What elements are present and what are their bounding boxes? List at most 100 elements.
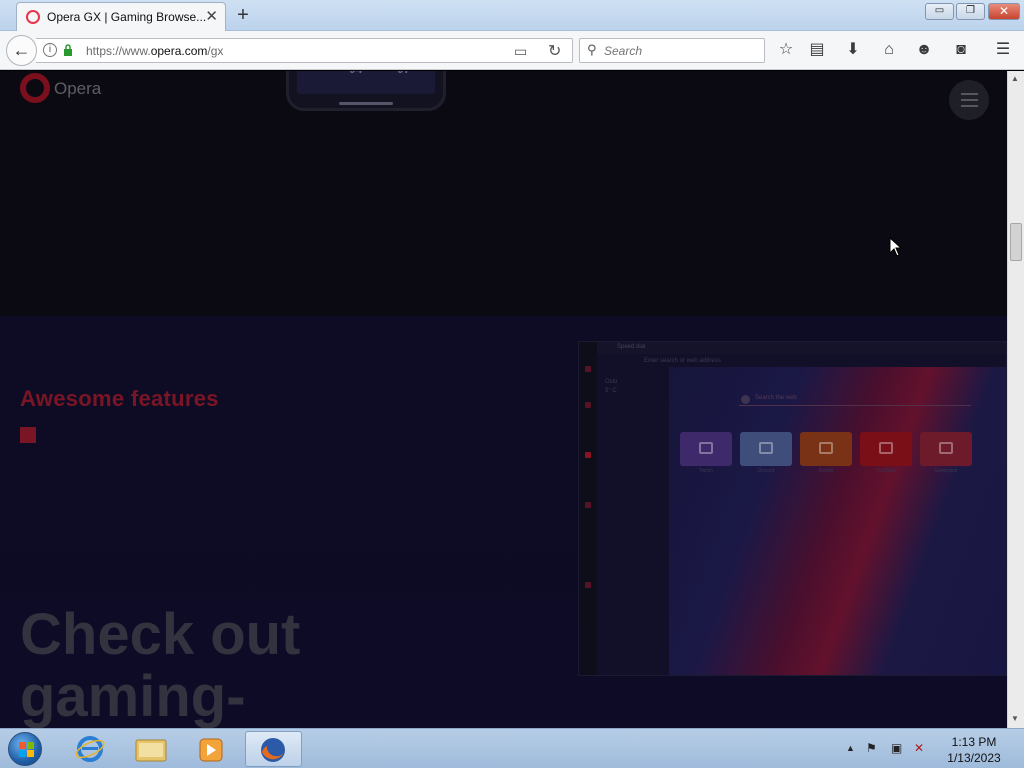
speed-dial-twitch [680,432,732,466]
new-tab-button[interactable]: + [232,4,254,26]
search-box[interactable]: ⚲ [579,38,765,63]
show-hidden-icons-icon[interactable]: ▲ [846,743,855,753]
url-path: /gx [207,44,224,58]
clock-date: 1/13/2023 [947,751,1001,765]
reader-view-icon[interactable]: ▭ [514,43,527,60]
menu-line-icon [961,99,978,101]
tab-title: Opera GX | Gaming Browse... [47,10,207,24]
hamburger-menu-icon[interactable]: ☰ [993,40,1013,60]
speed-dial-label: Discord [757,468,775,474]
firefox-icon [261,738,286,762]
url-domain: opera.com [150,44,208,58]
screenshot-tabbar: Speed dial [597,342,1006,354]
sidebar-dot-icon [585,502,591,508]
windows-flag-icon [19,742,35,758]
phone-screen: 04 07 [297,71,435,94]
start-button[interactable] [6,731,46,767]
pocket-icon[interactable]: ◙ [951,40,971,60]
speed-dial-label: YouTube [876,468,896,474]
search-input[interactable] [604,42,759,60]
lock-icon [64,44,72,56]
media-player-button[interactable] [182,731,239,767]
url-prefix: https://www. [86,44,151,58]
speed-dial-gamespot [920,432,972,466]
scroll-thumb[interactable] [1010,223,1022,261]
browser-tab[interactable]: Opera GX | Gaming Browse... ✕ [16,2,226,31]
screenshot-search-text: Search the web [755,395,797,401]
section-marker [20,427,36,443]
taskbar-clock[interactable]: 1:13 PM 1/13/2023 [944,734,1004,766]
windows-explorer-button[interactable] [122,731,179,767]
screenshot-weather: Oslo 5° C [605,379,618,394]
phone-stat-1: 04 [349,71,362,76]
phone-stat-2: 07 [397,71,410,76]
firefox-button[interactable] [245,731,302,767]
sidebar-dot-icon [585,366,591,372]
windows-orb-icon [8,732,42,766]
restore-button[interactable]: ❐ [956,3,985,20]
downloads-icon[interactable]: ⬇ [843,40,863,60]
vertical-scrollbar[interactable]: ▲ ▼ [1007,71,1024,728]
speed-dial-label: Reddit [818,468,834,474]
volume-muted-icon[interactable]: ✕ [914,741,924,755]
opera-logo-text: Opera [54,79,102,98]
menu-line-icon [961,105,978,107]
phone-home-indicator [339,102,393,105]
speed-dial-reddit [800,432,852,466]
internet-explorer-button[interactable] [62,731,119,767]
reading-list-icon[interactable]: ▤ [807,40,827,60]
screenshot-tab-text: Speed dial [617,344,646,350]
twitch-icon [699,442,713,454]
navigation-toolbar: i https://www.opera.com/gx ▭ ↻ ← ⚲ ☆ ▤ ⬇… [0,31,1024,70]
action-center-flag-icon[interactable]: ⚑ [866,741,877,755]
home-icon[interactable]: ⌂ [879,40,899,60]
desktop-screen: Opera GX | Gaming Browse... ✕ + ▭ ❐ ✕ i … [0,0,1024,768]
opera-logo-icon [20,73,50,103]
web-page: 04 07 Opera Awesome features Check out g… [0,71,1007,728]
media-player-icon [199,738,223,762]
speed-dial-label: Twitch [698,468,714,474]
scroll-up-icon[interactable]: ▲ [1011,74,1019,83]
window-close-button[interactable]: ✕ [988,3,1020,20]
minimize-button[interactable]: ▭ [925,3,954,20]
windows-taskbar: ▲ ⚑ ▣ ✕ 1:13 PM 1/13/2023 [0,728,1024,768]
sidebar-dot-icon [585,402,591,408]
internet-explorer-icon [75,736,105,762]
discord-icon [759,442,773,454]
search-icon: ⚲ [587,42,597,57]
screenshot-sidebar [579,342,597,675]
site-menu-button[interactable] [949,80,989,120]
screenshot-address: Enter search or web address [644,358,721,364]
windows-explorer-icon [135,739,167,762]
gamespot-icon [939,442,953,454]
screenshot-wallpaper [669,367,1006,675]
gx-browser-screenshot: Speed dial Enter search or web address O… [578,341,1007,676]
opera-favicon-icon [26,10,40,24]
clock-time: 1:13 PM [951,735,997,749]
menu-line-icon [961,93,978,95]
back-button[interactable]: ← [6,35,37,66]
url-text[interactable]: https://www.opera.com/gx [86,44,223,58]
youtube-icon [879,442,893,454]
scroll-down-icon[interactable]: ▼ [1011,714,1019,723]
browser-title-bar: Opera GX | Gaming Browse... ✕ + ▭ ❐ ✕ [0,0,1024,31]
phone-mockup-image: 04 07 [286,71,446,111]
tab-close-icon[interactable]: ✕ [205,8,218,25]
reload-icon[interactable]: ↻ [548,41,561,61]
screenshot-search-icon [741,395,750,404]
speed-dial-discord [740,432,792,466]
big-heading: Check out gaming- [20,602,301,728]
sidebar-dot-icon [585,452,591,458]
speed-dial-label: Gamespot [934,468,958,474]
site-info-icon[interactable]: i [43,43,57,57]
url-bar[interactable]: i https://www.opera.com/gx ▭ ↻ [36,38,573,63]
bookmark-star-icon[interactable]: ☆ [776,40,796,60]
screenshot-search-bar: Search the web [739,394,971,406]
mouse-cursor-icon [889,237,903,257]
hero-section [0,71,1007,316]
emoji-icon[interactable]: ☻ [914,40,934,60]
section-heading: Awesome features [20,386,219,411]
sidebar-dot-icon [585,582,591,588]
reddit-icon [819,442,833,454]
network-icon[interactable]: ▣ [891,741,902,755]
